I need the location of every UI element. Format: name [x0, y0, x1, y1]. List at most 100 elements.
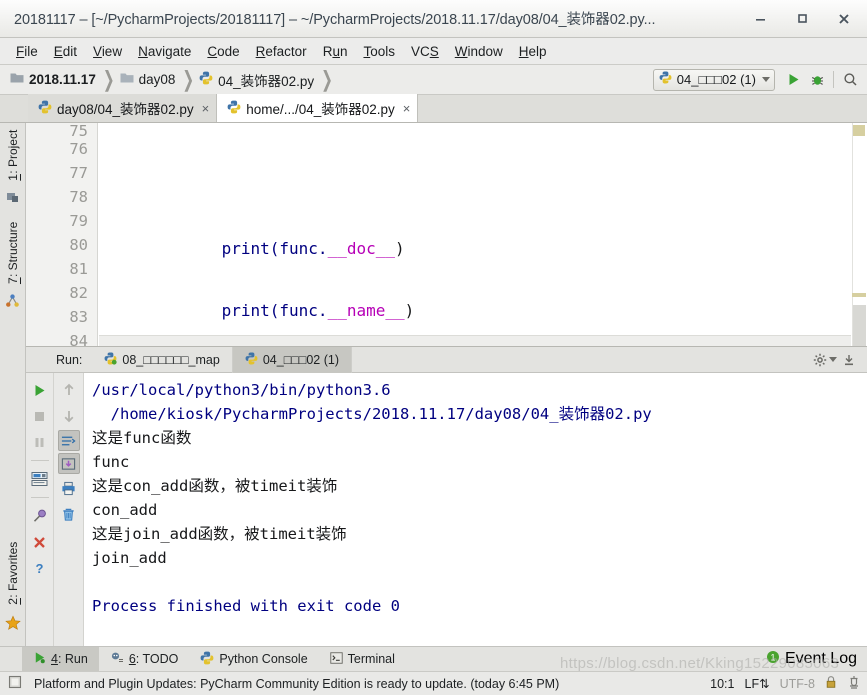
help-icon[interactable]: ?	[28, 555, 52, 581]
structure-mnemonic: 7	[5, 277, 20, 284]
line-number: 76	[69, 140, 88, 158]
menu-run[interactable]: Run	[315, 41, 356, 62]
left-tool-strip: 1: Project 7: Structure 2: Favorites	[0, 123, 26, 646]
maximize-icon[interactable]	[781, 1, 823, 37]
bottom-tab-label: Python Console	[219, 652, 308, 666]
run-tab-04-decorator[interactable]: 04_□□□02 (1)	[232, 346, 353, 373]
breadcrumb-item-file[interactable]: 04_装饰器02.py	[199, 70, 314, 90]
line-number: 77	[69, 164, 88, 182]
minimize-icon[interactable]	[739, 1, 781, 37]
window-title: 20181117 – [~/PycharmProjects/20181117] …	[14, 12, 656, 28]
editor-tab-day08[interactable]: day08/04_装饰器02.py ×	[28, 94, 218, 122]
status-message[interactable]: Platform and Plugin Updates: PyCharm Com…	[34, 677, 559, 691]
close-icon[interactable]: ×	[403, 101, 411, 116]
main-area: 1: Project 7: Structure 2: Favorites 75…	[0, 123, 867, 646]
todo-icon	[110, 651, 124, 667]
print-icon[interactable]	[57, 475, 81, 501]
bottom-tab-label: : Run	[57, 652, 88, 666]
up-arrow-icon[interactable]	[57, 377, 81, 403]
menu-file[interactable]: File	[8, 41, 46, 62]
close-icon[interactable]	[823, 1, 865, 37]
code-editor[interactable]: 75 76 77 78 79 80 81 82 83 84 print(func…	[26, 123, 867, 347]
run-tool-window: Run: 08_□□□□□□_map 04_□□□02 (1) ? /usr/l…	[26, 346, 867, 646]
editor-gutter[interactable]: 75 76 77 78 79 80 81 82 83 84	[26, 123, 98, 346]
menu-help[interactable]: Help	[511, 41, 555, 62]
pycharm-window: 20181117 – [~/PycharmProjects/20181117] …	[0, 0, 867, 695]
favorites-label: : Favorites	[5, 542, 20, 599]
window-controls	[739, 1, 865, 37]
editor-tab-bar: day08/04_装饰器02.py × home/.../04_装饰器02.py…	[0, 94, 867, 123]
bottom-tab-run[interactable]: 4: Run	[22, 646, 99, 672]
lock-icon[interactable]	[825, 675, 837, 692]
scrollbar-marker-change	[852, 293, 866, 297]
search-icon[interactable]	[838, 68, 862, 92]
event-log-button[interactable]: 1 Event Log	[766, 650, 867, 669]
debug-button[interactable]	[805, 68, 829, 92]
hide-icon[interactable]	[837, 348, 861, 372]
down-arrow-icon[interactable]	[57, 403, 81, 429]
inspection-icon[interactable]	[847, 675, 861, 693]
close-icon[interactable]: ×	[202, 101, 210, 116]
sidebar-item-favorites[interactable]: 2: Favorites	[6, 535, 20, 612]
menu-tools[interactable]: Tools	[355, 41, 403, 62]
trash-icon[interactable]	[57, 501, 81, 527]
caret-position[interactable]: 10:1	[710, 677, 734, 691]
editor-vertical-scrollbar[interactable]	[852, 123, 867, 346]
code-segment: )	[404, 301, 415, 320]
run-tab-08-map[interactable]: 08_□□□□□□_map	[92, 346, 233, 373]
breadcrumb-separator: ❯	[102, 66, 115, 92]
breadcrumb-item-project[interactable]: 2018.11.17	[10, 72, 96, 87]
soft-wrap-icon[interactable]	[57, 430, 80, 451]
menu-vcs[interactable]: VCS	[403, 41, 447, 62]
run-icon	[33, 651, 46, 667]
run-button[interactable]	[781, 68, 805, 92]
star-icon[interactable]	[4, 615, 21, 636]
line-number: 82	[69, 284, 88, 302]
console-line: func	[92, 453, 130, 471]
menu-navigate[interactable]: Navigate	[130, 41, 199, 62]
console-output[interactable]: /usr/local/python3/bin/python3.6 /home/k…	[84, 373, 867, 646]
close-icon[interactable]	[28, 529, 52, 555]
bottom-tab-python-console[interactable]: Python Console	[189, 647, 318, 672]
menu-code[interactable]: Code	[199, 41, 247, 62]
editor-horizontal-scrollbar[interactable]	[99, 335, 851, 346]
console-line: join_add	[92, 549, 167, 567]
scroll-end-icon[interactable]	[57, 453, 80, 474]
line-separator[interactable]: LF⇅	[745, 676, 770, 691]
bottom-tab-todo[interactable]: 6: TODO	[99, 647, 190, 672]
gear-icon[interactable]	[813, 348, 837, 372]
scrollbar-thumb[interactable]	[853, 305, 866, 346]
encoding[interactable]: UTF-8	[780, 677, 815, 691]
line-number: 80	[69, 236, 88, 254]
bottom-tab-terminal[interactable]: Terminal	[319, 647, 406, 672]
project-icon[interactable]	[6, 191, 20, 209]
breadcrumb-item-day08[interactable]: day08	[120, 72, 175, 87]
run-icon[interactable]	[28, 377, 52, 403]
sidebar-item-structure[interactable]: 7: Structure	[6, 215, 20, 291]
pin-icon[interactable]	[28, 503, 52, 529]
run-actions-primary: ?	[26, 373, 54, 646]
structure-icon[interactable]	[5, 294, 20, 313]
menu-view[interactable]: View	[85, 41, 130, 62]
menu-edit[interactable]: Edit	[46, 41, 85, 62]
run-tab-label: 08_□□□□□□_map	[122, 352, 220, 367]
console-line: /usr/local/python3/bin/python3.6	[92, 381, 391, 399]
run-header: Run: 08_□□□□□□_map 04_□□□02 (1)	[26, 346, 867, 373]
stop-icon[interactable]	[28, 403, 52, 429]
chevron-down-icon[interactable]	[829, 357, 837, 362]
sidebar-item-project[interactable]: 1: Project	[6, 123, 20, 188]
menu-window[interactable]: Window	[447, 41, 511, 62]
console-scrollbar[interactable]	[855, 373, 867, 646]
console-line: 这是join_add函数，被timeit装饰	[92, 525, 347, 543]
pause-icon[interactable]	[28, 429, 52, 455]
terminal-icon	[329, 651, 343, 667]
code-text-area[interactable]: print(func.__doc__) print(func.__name__)…	[98, 123, 867, 346]
menu-refactor[interactable]: Refactor	[248, 41, 315, 62]
folder-icon	[120, 72, 134, 87]
line-number: 79	[69, 212, 88, 230]
chevron-down-icon[interactable]	[762, 77, 770, 82]
message-icon[interactable]	[8, 675, 22, 692]
run-configuration-selector[interactable]: 04_□□□02 (1)	[652, 68, 775, 91]
console-icon[interactable]	[28, 466, 52, 492]
editor-tab-home[interactable]: home/.../04_装饰器02.py ×	[217, 94, 419, 122]
